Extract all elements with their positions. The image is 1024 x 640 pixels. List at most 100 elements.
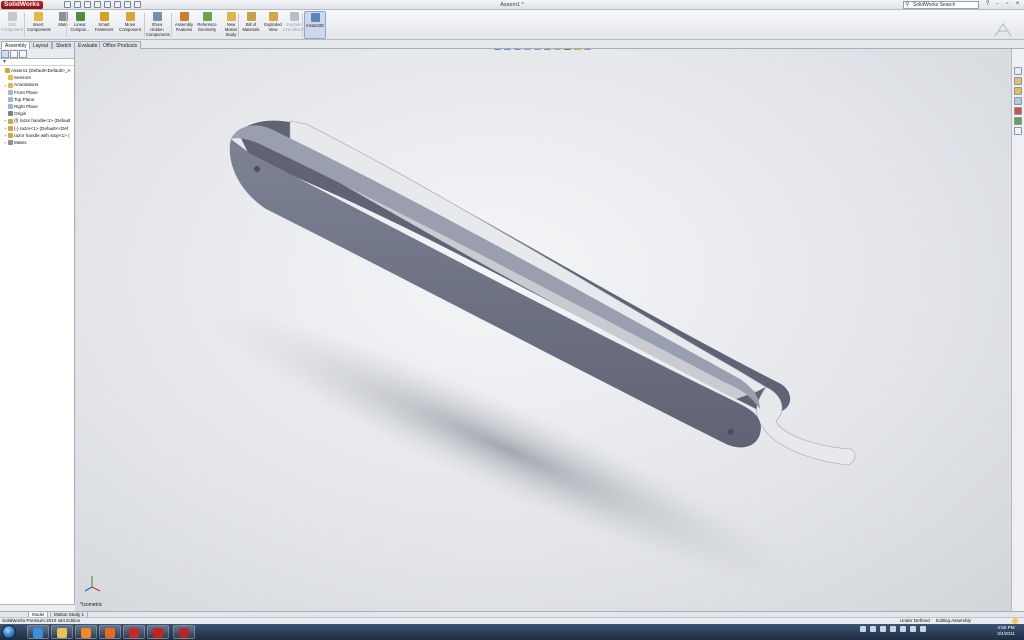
tree-item-label: Origin <box>14 111 27 117</box>
tree-item-label: (f) razor handle<1> (Default <box>14 118 71 124</box>
appearances-icon[interactable] <box>1014 107 1022 115</box>
tree-item-label: Assem1 (Default<Default>_A <box>11 68 71 74</box>
configuration-manager-tab-icon[interactable] <box>19 50 27 58</box>
ribbon-button-label: Smart Fasteners <box>94 22 114 32</box>
command-tabs: Assembly Layout Sketch Evaluate Office P… <box>0 40 1024 49</box>
assembly-features-button[interactable]: Assembly Features <box>173 11 195 39</box>
insert-components-button[interactable]: Insert Components <box>27 11 51 39</box>
bom-button[interactable]: Bill of Materials <box>240 11 262 39</box>
custom-properties-icon[interactable] <box>1014 117 1022 125</box>
tab-office-products[interactable]: Office Products <box>99 41 142 49</box>
reference-geometry-icon <box>202 12 212 21</box>
exploded-view-button[interactable]: Exploded View <box>262 11 284 39</box>
show-hidden-icon <box>152 12 162 21</box>
feature-manager-panel: ▼ Assem1 (Default<Default>_A Sensors + Anno… <box>0 49 75 611</box>
tray-flag-icon[interactable] <box>860 626 866 632</box>
part-icon <box>8 132 13 138</box>
tray-app3-icon[interactable] <box>900 626 906 632</box>
ribbon-button-label: Insert Components <box>27 22 51 32</box>
tree-item[interactable]: Origin <box>0 110 74 117</box>
property-manager-tab-icon[interactable] <box>10 50 18 58</box>
minimize-button[interactable]: - <box>994 1 1001 8</box>
start-button[interactable] <box>2 625 16 639</box>
media-player-icon <box>81 628 91 638</box>
search-input[interactable]: ⚲ SolidWorks Search <box>903 1 979 9</box>
tree-item[interactable]: + Annotations <box>0 81 74 88</box>
ribbon-button-label: Show Hidden Components <box>146 22 170 37</box>
view-palette-icon[interactable] <box>1014 97 1022 105</box>
ribbon-separator <box>238 13 239 37</box>
part-icon <box>8 125 13 131</box>
graphics-area[interactable]: *Isometric <box>76 49 1011 611</box>
tree-item[interactable]: Assem1 (Default<Default>_A <box>0 67 74 74</box>
explorer-icon <box>57 628 67 638</box>
help-button[interactable]: ? <box>984 1 991 8</box>
tree-item-label: razor handle with stop<1> ( <box>14 132 70 138</box>
tab-layout[interactable]: Layout <box>29 41 53 49</box>
design-library-icon[interactable] <box>1014 77 1022 85</box>
tab-evaluate[interactable]: Evaluate <box>74 41 102 49</box>
blade-tang <box>756 386 856 466</box>
tree-item[interactable]: Sensors <box>0 74 74 81</box>
close-button[interactable]: × <box>1014 1 1021 8</box>
tab-assembly[interactable]: Assembly <box>1 41 31 49</box>
edit-component-icon <box>7 12 17 21</box>
system-tray <box>860 626 926 632</box>
taskbar-app-button[interactable] <box>27 625 49 639</box>
tree-item[interactable]: + Mates <box>0 139 74 146</box>
tree-item[interactable]: Top Plane <box>0 96 74 103</box>
feature-tree-tab-icon[interactable] <box>1 50 9 58</box>
firefox-icon <box>105 628 115 638</box>
solidworks-icon <box>179 628 189 638</box>
edit-component-button[interactable]: Edit Component <box>1 11 23 39</box>
restore-button[interactable]: ▫ <box>1004 1 1011 8</box>
tree-item[interactable]: Front Plane <box>0 89 74 96</box>
taskbar-app-button[interactable] <box>173 625 195 639</box>
tab-sketch[interactable]: Sketch <box>52 41 76 49</box>
clock[interactable]: 4:55 PM 3/4/2011 <box>990 625 1022 637</box>
straight-razor-model[interactable] <box>76 49 1011 611</box>
solidworks-resources-icon[interactable] <box>1014 67 1022 75</box>
ribbon-separator <box>144 13 145 37</box>
ribbon-button-label: Exploded View <box>264 22 282 32</box>
tree-item-label: Annotations <box>14 82 39 88</box>
tree-item[interactable]: Right Plane <box>0 103 74 110</box>
plane-icon <box>8 97 13 103</box>
ribbon-button-label: Linear Compon... <box>70 22 90 32</box>
feature-manager-tabs <box>0 49 74 59</box>
tree-item-label: (-) razor<1> (Default<<Def <box>14 125 69 131</box>
tree-item[interactable]: + (-) razor<1> (Default<<Def <box>0 125 74 132</box>
reference-geometry-button[interactable]: Reference Geometry <box>196 11 218 39</box>
mates-icon <box>8 140 13 146</box>
feature-manager-scrollbar[interactable] <box>0 604 75 611</box>
show-hidden-button[interactable]: Show Hidden Components <box>146 11 170 39</box>
tray-network-icon[interactable] <box>870 626 876 632</box>
feature-tree: Assem1 (Default<Default>_A Sensors + Annota… <box>0 66 74 146</box>
status-bar: SolidWorks Premium 2010 x64 Edition Unde… <box>0 617 1024 624</box>
taskbar-app-button[interactable] <box>147 625 169 639</box>
taskbar-app-button[interactable] <box>123 625 145 639</box>
tray-app-icon[interactable] <box>880 626 886 632</box>
task-pane <box>1011 49 1024 611</box>
taskbar-app-button[interactable] <box>99 625 121 639</box>
tree-item[interactable]: + (f) razor handle<1> (Default <box>0 117 74 124</box>
document-recovery-icon[interactable] <box>1014 127 1022 135</box>
move-component-button[interactable]: Move Component <box>119 11 141 39</box>
tree-item[interactable]: + razor handle with stop<1> ( <box>0 132 74 139</box>
tray-power-icon[interactable] <box>920 626 926 632</box>
view-orientation-label: *Isometric <box>80 602 103 608</box>
tray-app2-icon[interactable] <box>890 626 896 632</box>
instant3d-button[interactable]: Instant3D <box>304 11 326 39</box>
filter-icon[interactable]: ▼ <box>0 59 74 66</box>
ribbon-button-label: Assembly Features <box>174 22 194 32</box>
linear-pattern-button[interactable]: Linear Compon... <box>69 11 91 39</box>
taskbar-app-button[interactable] <box>75 625 97 639</box>
ds-logo <box>992 22 1014 38</box>
tray-volume-icon[interactable] <box>910 626 916 632</box>
file-explorer-icon[interactable] <box>1014 87 1022 95</box>
origin-icon <box>8 111 13 117</box>
ie-icon <box>33 628 43 638</box>
smart-fasteners-button[interactable]: Smart Fasteners <box>93 11 115 39</box>
ribbon-separator <box>24 13 25 37</box>
taskbar-app-button[interactable] <box>51 625 73 639</box>
